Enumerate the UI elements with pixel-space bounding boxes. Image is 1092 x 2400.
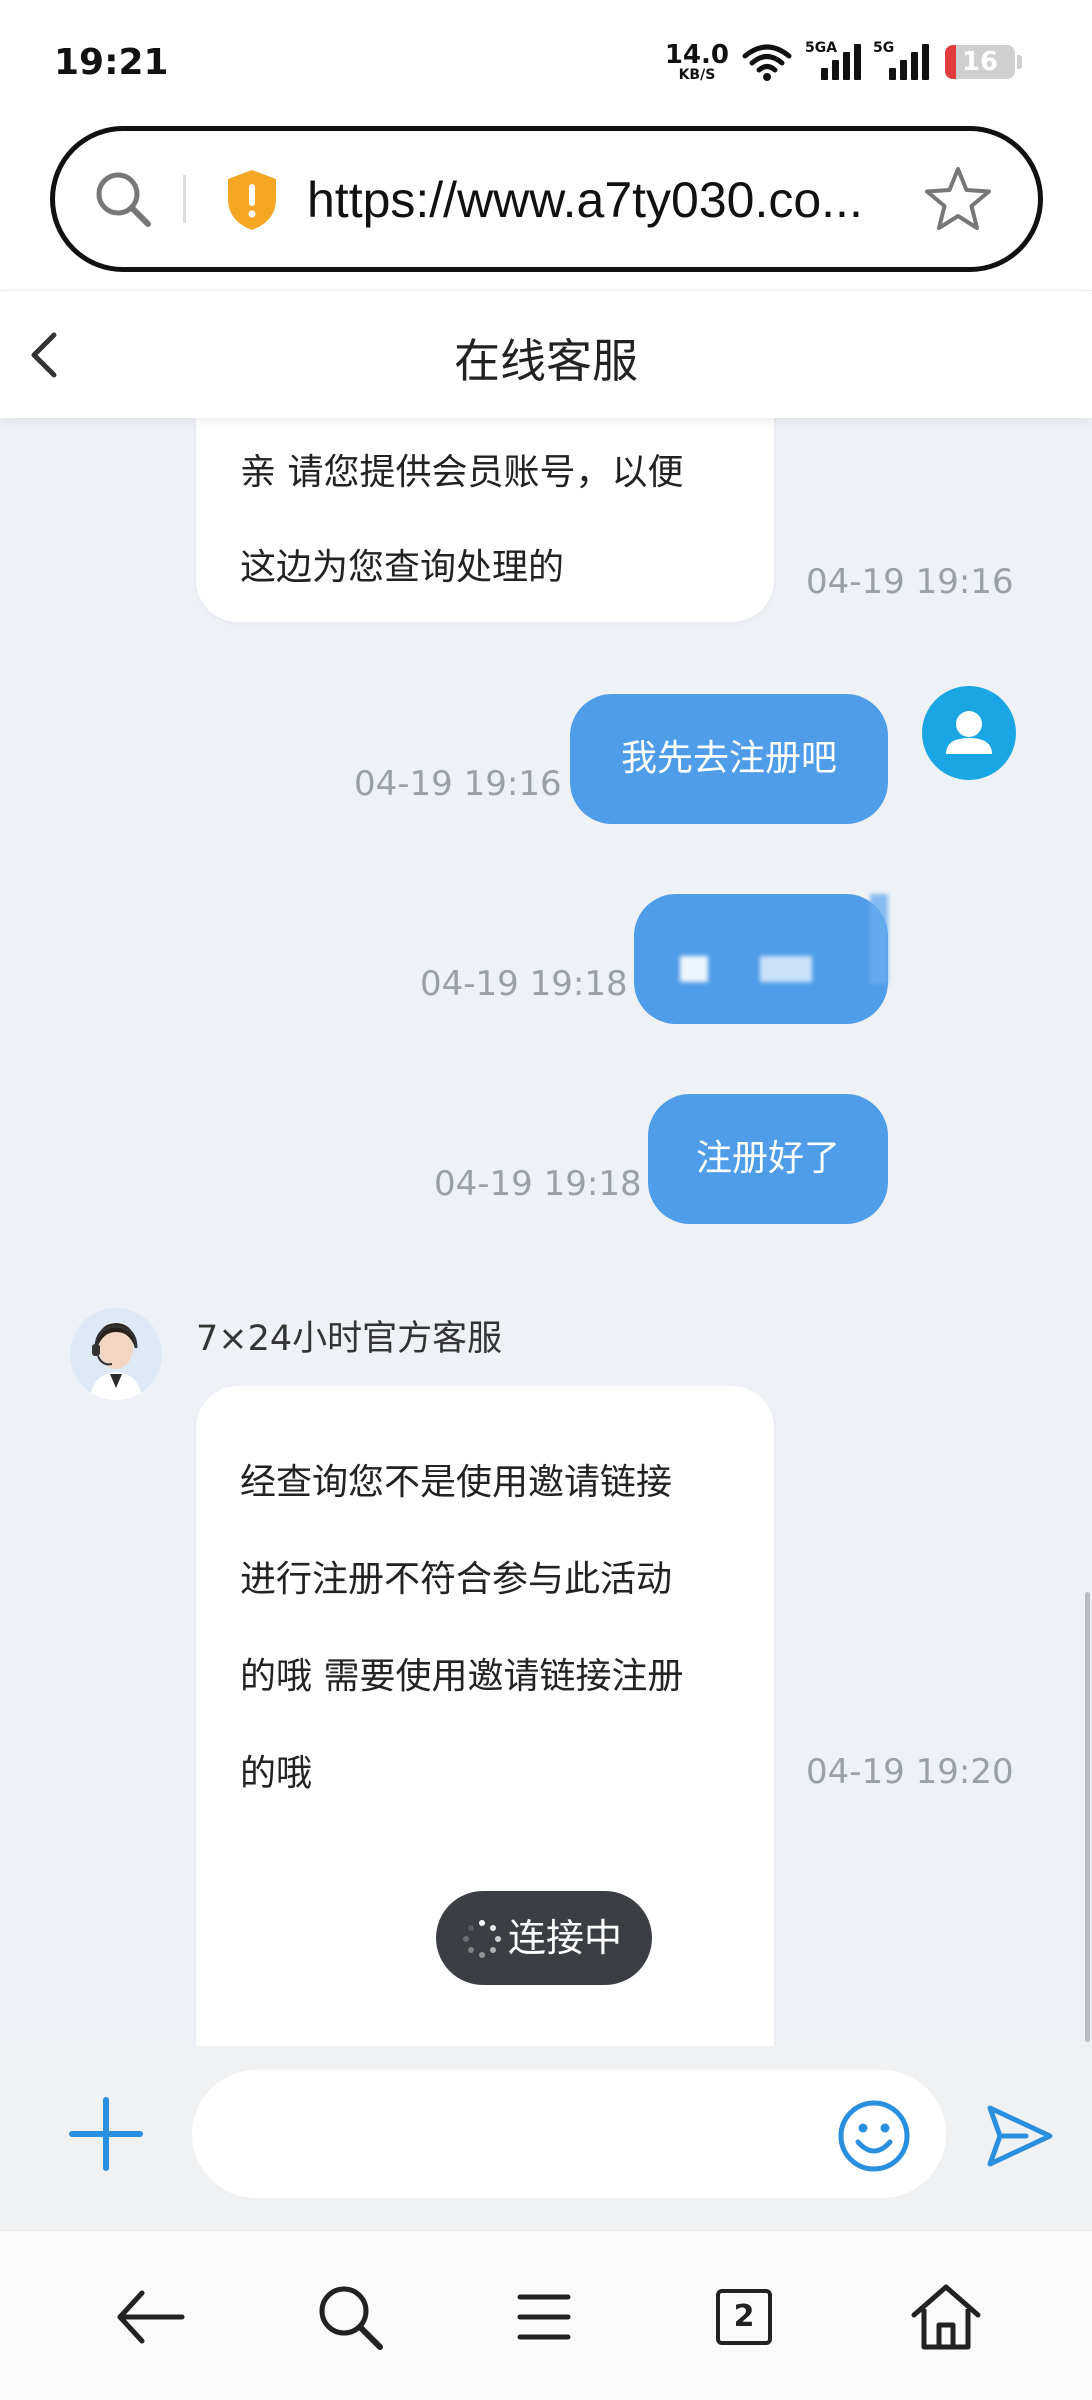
connecting-toast: 连接中 [436, 1891, 652, 1985]
back-arrow-icon[interactable] [110, 2277, 190, 2357]
network-speed: 14.0 KB/S [665, 42, 729, 82]
signal-icon-sim1: 5GA [805, 40, 861, 84]
battery-level: 16 [961, 47, 999, 77]
url-text[interactable]: https://www.a7ty030.co... [307, 171, 863, 229]
chat-title: 在线客服 [454, 334, 638, 388]
tabs-button[interactable]: 2 [704, 2277, 784, 2357]
agent-avatar-icon [70, 1308, 162, 1400]
home-icon[interactable] [906, 2277, 986, 2357]
status-indicators: 14.0 KB/S 5GA 5G 16 [665, 40, 1022, 84]
add-attachment-button[interactable] [68, 2096, 144, 2172]
redacted-content [870, 894, 888, 984]
search-icon[interactable] [310, 2277, 390, 2357]
search-icon[interactable] [91, 167, 155, 231]
chat-message-list[interactable]: 亲 请您提供会员账号，以便 这边为您查询处理的 04-19 19:16 我先去注… [0, 418, 1092, 2046]
wifi-icon [742, 44, 792, 81]
message-input[interactable] [192, 2070, 946, 2198]
message-time: 04-19 19:18 [434, 1164, 642, 1204]
user-image-bubble [634, 894, 888, 1024]
battery-icon: 16 [945, 45, 1015, 79]
agent-message-bubble: 亲 请您提供会员账号，以便 这边为您查询处理的 [196, 418, 774, 622]
loading-spinner-icon [463, 1920, 501, 1958]
message-line: 的哦 [240, 1753, 313, 1794]
user-message-bubble: 注册好了 [648, 1094, 888, 1224]
agent-name: 7×24小时官方客服 [196, 1319, 503, 1359]
signal-icon-sim2: 5G [873, 40, 929, 84]
security-shield-icon[interactable] [223, 167, 281, 233]
emoji-icon[interactable] [836, 2098, 912, 2174]
address-bar[interactable]: https://www.a7ty030.co... [50, 126, 1043, 272]
redacted-content [760, 956, 812, 982]
message-time: 04-19 19:16 [806, 562, 1014, 602]
network-speed-unit: KB/S [678, 67, 716, 83]
message-input-bar [0, 2046, 1092, 2230]
chat-scrollbar[interactable] [1085, 1592, 1090, 2042]
menu-icon[interactable] [504, 2277, 584, 2357]
agent-avatar [70, 1308, 162, 1400]
browser-bottom-nav: 2 [0, 2230, 1092, 2400]
message-line: 进行注册不符合参与此活动 [240, 1559, 673, 1600]
status-time: 19:21 [54, 42, 169, 83]
message-time: 04-19 19:18 [420, 964, 628, 1004]
address-divider [183, 175, 186, 223]
message-line: 这边为您查询处理的 [240, 547, 565, 588]
chat-header: 在线客服 [0, 290, 1092, 418]
battery-tip [1017, 55, 1022, 69]
status-bar: 19:21 14.0 KB/S 5GA 5G 16 [0, 0, 1092, 125]
message-line: 的哦 需要使用邀请链接注册 [240, 1656, 684, 1697]
network-speed-value: 14.0 [664, 40, 729, 70]
redacted-content [680, 956, 708, 982]
connecting-text: 连接中 [508, 1916, 623, 1960]
user-avatar [922, 686, 1016, 780]
user-message-bubble: 我先去注册吧 [570, 694, 888, 824]
message-time: 04-19 19:16 [354, 764, 562, 804]
send-icon[interactable] [984, 2100, 1056, 2172]
message-line: 经查询您不是使用邀请链接 [240, 1462, 673, 1503]
message-line: 亲 请您提供会员账号，以便 [240, 452, 684, 493]
tab-count: 2 [716, 2289, 772, 2345]
message-time: 04-19 19:20 [806, 1752, 1014, 1792]
user-icon [946, 711, 992, 754]
bookmark-star-icon[interactable] [922, 163, 994, 235]
